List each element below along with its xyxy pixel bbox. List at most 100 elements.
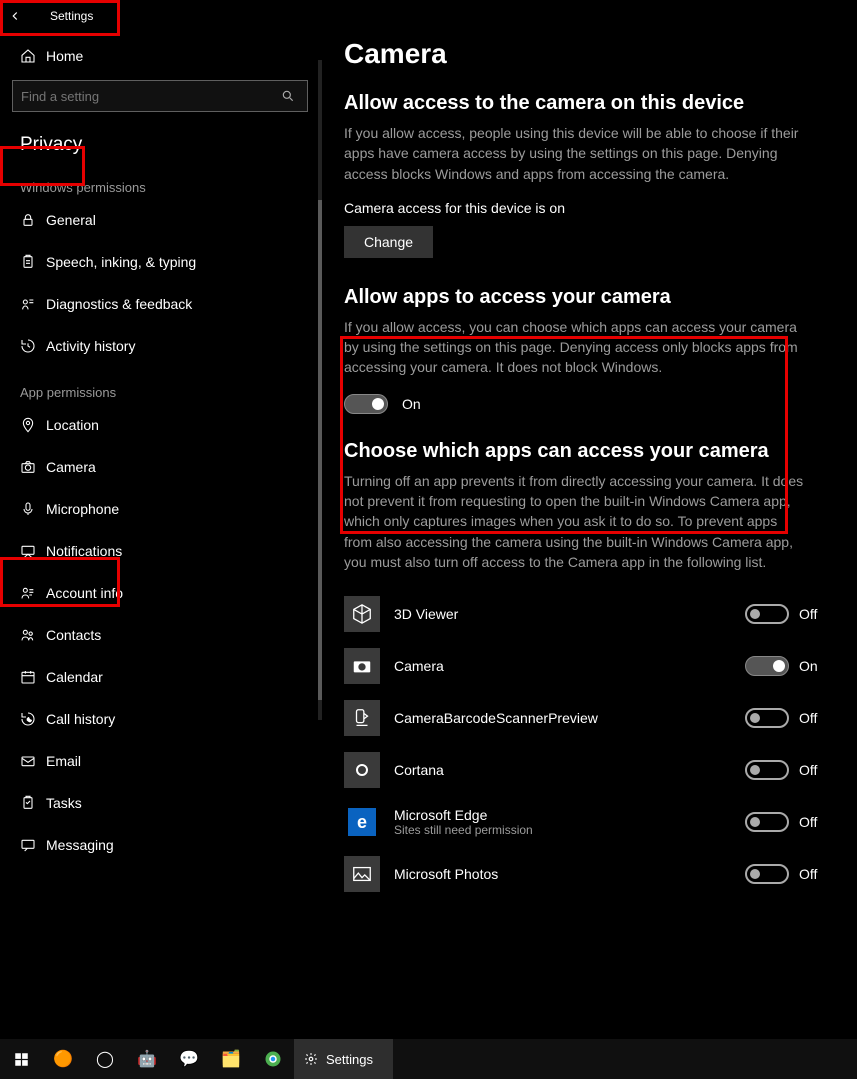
section2-title: Allow apps to access your camera [344,286,827,309]
sidebar-item-diagnostics-feedback[interactable]: Diagnostics & feedback [0,283,320,325]
sidebar-item-label: Diagnostics & feedback [46,296,192,312]
section3-desc: Turning off an app prevents it from dire… [344,471,804,572]
sidebar-item-speech-inking-typing[interactable]: Speech, inking, & typing [0,241,320,283]
history-icon [20,338,46,354]
app-toggle[interactable] [745,812,789,832]
app-row: Cortana Off [344,744,827,796]
taskbar-settings-app[interactable]: Settings [294,1039,393,1079]
sidebar-item-home[interactable]: Home [0,32,320,80]
app-toggle[interactable] [745,604,789,624]
app-toggle-state: On [799,658,827,674]
sidebar-item-tasks[interactable]: Tasks [0,782,320,824]
sidebar-item-contacts[interactable]: Contacts [0,614,320,656]
taskbar: 🟠 ◯ 🤖 💬 🗂️ Settings [0,1039,857,1079]
contacts-icon [20,627,46,643]
taskbar-icon[interactable]: ◯ [84,1039,126,1079]
notification-icon [20,543,46,559]
sidebar-item-label: Call history [46,711,115,727]
sidebar-item-label: General [46,212,96,228]
section-windows-permissions: Windows permissions [0,162,320,199]
microphone-icon [20,501,46,517]
sidebar-scrollbar[interactable] [318,60,322,720]
tasks-icon [20,795,46,811]
app-row: 3D Viewer Off [344,588,827,640]
sidebar-item-general[interactable]: General [0,199,320,241]
app-permission-list: 3D Viewer Off Camera On CameraBarcodeSca… [344,588,827,900]
section3-title: Choose which apps can access your camera [344,440,827,463]
sidebar-item-label: Calendar [46,669,103,685]
cortana-icon [344,752,380,788]
camera-icon [20,459,46,475]
main-panel: Camera Allow access to the camera on thi… [320,0,857,1039]
app-name: 3D Viewer [394,606,745,622]
clipboard-icon [20,254,46,270]
home-label: Home [46,48,83,64]
window-titlebar: Settings [0,0,320,32]
section1-desc: If you allow access, people using this d… [344,123,804,184]
sidebar-item-calendar[interactable]: Calendar [0,656,320,698]
section-app-permissions: App permissions [0,367,320,404]
sidebar-item-label: Activity history [46,338,135,354]
home-icon [20,48,46,64]
email-icon [20,753,46,769]
sidebar-item-account-info[interactable]: Account info [0,572,320,614]
photos-icon [344,856,380,892]
sidebar-item-label: Notifications [46,543,122,559]
app-toggle[interactable] [745,656,789,676]
sidebar-item-messaging[interactable]: Messaging [0,824,320,866]
app-name: Microsoft Edge [394,807,745,823]
search-input[interactable] [12,80,308,112]
app-name: CameraBarcodeScannerPreview [394,710,745,726]
window-title: Settings [50,9,93,23]
taskbar-icon[interactable]: 🟠 [42,1039,84,1079]
explorer-icon[interactable]: 🗂️ [210,1039,252,1079]
sidebar-item-activity-history[interactable]: Activity history [0,325,320,367]
app-row: e Microsoft Edge Sites still need permis… [344,796,827,848]
sidebar-item-microphone[interactable]: Microphone [0,488,320,530]
sidebar-item-label: Messaging [46,837,114,853]
chrome-icon[interactable] [252,1039,294,1079]
camera-access-status: Camera access for this device is on [344,200,827,216]
section2-desc: If you allow access, you can choose whic… [344,317,804,378]
taskbar-icon[interactable]: 🤖 [126,1039,168,1079]
taskbar-icon[interactable]: 💬 [168,1039,210,1079]
camera-app-icon [344,648,380,684]
sidebar-item-camera[interactable]: Camera [0,446,320,488]
app-name: Camera [394,658,745,674]
app-toggle[interactable] [745,708,789,728]
sidebar-item-notifications[interactable]: Notifications [0,530,320,572]
page-title: Camera [344,38,827,70]
start-icon[interactable] [0,1039,42,1079]
sidebar-item-label: Tasks [46,795,82,811]
gear-icon [304,1052,318,1066]
sidebar-item-location[interactable]: Location [0,404,320,446]
section1-title: Allow access to the camera on this devic… [344,92,827,115]
scanner-icon [344,700,380,736]
app-name: Microsoft Photos [394,866,745,882]
category-privacy[interactable]: Privacy [0,122,320,162]
back-arrow-icon[interactable] [8,9,32,23]
app-toggle-state: Off [799,606,827,622]
taskbar-app-label: Settings [326,1052,373,1067]
allow-apps-toggle-state: On [402,396,421,412]
allow-apps-toggle[interactable] [344,394,388,414]
app-toggle[interactable] [745,760,789,780]
sidebar-item-label: Microphone [46,501,119,517]
app-name: Cortana [394,762,745,778]
edge-icon: e [344,804,380,840]
app-note: Sites still need permission [394,823,745,837]
sidebar-item-label: Camera [46,459,96,475]
app-toggle-state: Off [799,866,827,882]
sidebar-item-email[interactable]: Email [0,740,320,782]
lock-icon [20,212,46,228]
app-toggle[interactable] [745,864,789,884]
search-field[interactable] [21,89,281,104]
change-button[interactable]: Change [344,226,433,258]
app-row: Microsoft Photos Off [344,848,827,900]
search-icon [281,89,299,103]
scroll-thumb[interactable] [318,200,322,700]
feedback-icon [20,296,46,312]
sidebar-item-call-history[interactable]: Call history [0,698,320,740]
app-toggle-state: Off [799,762,827,778]
cube-icon [344,596,380,632]
